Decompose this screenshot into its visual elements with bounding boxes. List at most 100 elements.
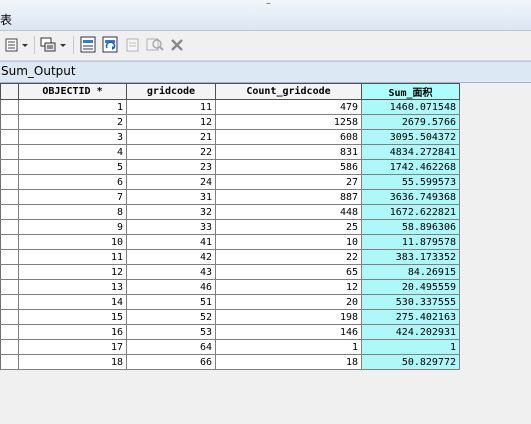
header-row-selector[interactable] — [0, 83, 19, 100]
tab-sum-output[interactable]: Sum_Output — [1, 64, 76, 78]
cell-objectid[interactable]: 9 — [18, 219, 127, 235]
row-selector[interactable] — [0, 129, 19, 145]
column-header-sum-area[interactable]: Sum_面积 — [361, 83, 460, 100]
row-selector[interactable] — [0, 234, 19, 250]
cell-count-gridcode[interactable]: 608 — [215, 129, 362, 145]
cell-objectid[interactable]: 14 — [18, 294, 127, 310]
row-selector[interactable] — [0, 339, 19, 355]
cell-gridcode[interactable]: 24 — [126, 174, 216, 190]
cell-count-gridcode[interactable]: 1258 — [215, 114, 362, 130]
cell-sum-area[interactable]: 2679.5766 — [361, 114, 460, 130]
related-tables-button[interactable] — [39, 36, 69, 54]
cell-sum-area[interactable]: 3636.749368 — [361, 189, 460, 205]
cell-sum-area[interactable]: 84.26915 — [361, 264, 460, 280]
cell-objectid[interactable]: 18 — [18, 354, 127, 370]
cell-objectid[interactable]: 1 — [18, 99, 127, 115]
table-row[interactable]: 4 22 831 4834.272841 — [0, 144, 460, 160]
row-selector[interactable] — [0, 294, 19, 310]
cell-sum-area[interactable]: 1742.462268 — [361, 159, 460, 175]
cell-sum-area[interactable]: 20.495559 — [361, 279, 460, 295]
cell-gridcode[interactable]: 46 — [126, 279, 216, 295]
cell-sum-area[interactable]: 50.829772 — [361, 354, 460, 370]
cell-gridcode[interactable]: 64 — [126, 339, 216, 355]
cell-sum-area[interactable]: 383.173352 — [361, 249, 460, 265]
table-row[interactable]: 17 64 1 1 — [0, 339, 460, 355]
cell-objectid[interactable]: 15 — [18, 309, 127, 325]
cell-gridcode[interactable]: 33 — [126, 219, 216, 235]
row-selector[interactable] — [0, 264, 19, 280]
table-row[interactable]: 5 23 586 1742.462268 — [0, 159, 460, 175]
cell-gridcode[interactable]: 21 — [126, 129, 216, 145]
cell-sum-area[interactable]: 1 — [361, 339, 460, 355]
table-row[interactable]: 6 24 27 55.599573 — [0, 174, 460, 190]
cell-sum-area[interactable]: 424.202931 — [361, 324, 460, 340]
table-row[interactable]: 13 46 12 20.495559 — [0, 279, 460, 295]
cell-objectid[interactable]: 2 — [18, 114, 127, 130]
row-selector[interactable] — [0, 99, 19, 115]
cell-count-gridcode[interactable]: 586 — [215, 159, 362, 175]
table-row[interactable]: 12 43 65 84.26915 — [0, 264, 460, 280]
clear-selection-button[interactable] — [124, 36, 142, 54]
cell-count-gridcode[interactable]: 10 — [215, 234, 362, 250]
cell-count-gridcode[interactable]: 27 — [215, 174, 362, 190]
select-by-attributes-button[interactable] — [79, 36, 99, 54]
cell-sum-area[interactable]: 55.599573 — [361, 174, 460, 190]
cell-sum-area[interactable]: 3095.504372 — [361, 129, 460, 145]
cell-sum-area[interactable]: 58.896306 — [361, 219, 460, 235]
row-selector[interactable] — [0, 159, 19, 175]
cell-sum-area[interactable]: 530.337555 — [361, 294, 460, 310]
cell-objectid[interactable]: 7 — [18, 189, 127, 205]
table-options-button[interactable] — [4, 36, 30, 54]
cell-gridcode[interactable]: 66 — [126, 354, 216, 370]
delete-selected-button[interactable] — [168, 36, 186, 54]
cell-count-gridcode[interactable]: 887 — [215, 189, 362, 205]
cell-gridcode[interactable]: 42 — [126, 249, 216, 265]
table-row[interactable]: 16 53 146 424.202931 — [0, 324, 460, 340]
table-row[interactable]: 9 33 25 58.896306 — [0, 219, 460, 235]
row-selector[interactable] — [0, 174, 19, 190]
cell-sum-area[interactable]: 11.879578 — [361, 234, 460, 250]
column-header-objectid[interactable]: OBJECTID * — [18, 83, 127, 100]
cell-objectid[interactable]: 8 — [18, 204, 127, 220]
cell-objectid[interactable]: 17 — [18, 339, 127, 355]
cell-gridcode[interactable]: 31 — [126, 189, 216, 205]
cell-objectid[interactable]: 11 — [18, 249, 127, 265]
cell-objectid[interactable]: 6 — [18, 174, 127, 190]
table-row[interactable]: 11 42 22 383.173352 — [0, 249, 460, 265]
table-row[interactable]: 10 41 10 11.879578 — [0, 234, 460, 250]
cell-objectid[interactable]: 3 — [18, 129, 127, 145]
table-row[interactable]: 15 52 198 275.402163 — [0, 309, 460, 325]
row-selector[interactable] — [0, 219, 19, 235]
row-selector[interactable] — [0, 189, 19, 205]
cell-count-gridcode[interactable]: 831 — [215, 144, 362, 160]
row-selector[interactable] — [0, 279, 19, 295]
cell-objectid[interactable]: 13 — [18, 279, 127, 295]
row-selector[interactable] — [0, 309, 19, 325]
cell-gridcode[interactable]: 43 — [126, 264, 216, 280]
cell-count-gridcode[interactable]: 146 — [215, 324, 362, 340]
row-selector[interactable] — [0, 204, 19, 220]
cell-sum-area[interactable]: 4834.272841 — [361, 144, 460, 160]
table-row[interactable]: 8 32 448 1672.622821 — [0, 204, 460, 220]
row-selector[interactable] — [0, 354, 19, 370]
cell-gridcode[interactable]: 53 — [126, 324, 216, 340]
cell-count-gridcode[interactable]: 65 — [215, 264, 362, 280]
cell-count-gridcode[interactable]: 1 — [215, 339, 362, 355]
cell-objectid[interactable]: 5 — [18, 159, 127, 175]
row-selector[interactable] — [0, 324, 19, 340]
cell-gridcode[interactable]: 41 — [126, 234, 216, 250]
cell-gridcode[interactable]: 23 — [126, 159, 216, 175]
cell-count-gridcode[interactable]: 448 — [215, 204, 362, 220]
switch-selection-button[interactable] — [101, 36, 121, 54]
cell-count-gridcode[interactable]: 479 — [215, 99, 362, 115]
table-row[interactable]: 7 31 887 3636.749368 — [0, 189, 460, 205]
cell-sum-area[interactable]: 1672.622821 — [361, 204, 460, 220]
cell-count-gridcode[interactable]: 18 — [215, 354, 362, 370]
cell-gridcode[interactable]: 51 — [126, 294, 216, 310]
cell-gridcode[interactable]: 52 — [126, 309, 216, 325]
cell-sum-area[interactable]: 1460.071548 — [361, 99, 460, 115]
cell-objectid[interactable]: 16 — [18, 324, 127, 340]
cell-count-gridcode[interactable]: 22 — [215, 249, 362, 265]
table-row[interactable]: 1 11 479 1460.071548 — [0, 99, 460, 115]
table-row[interactable]: 14 51 20 530.337555 — [0, 294, 460, 310]
